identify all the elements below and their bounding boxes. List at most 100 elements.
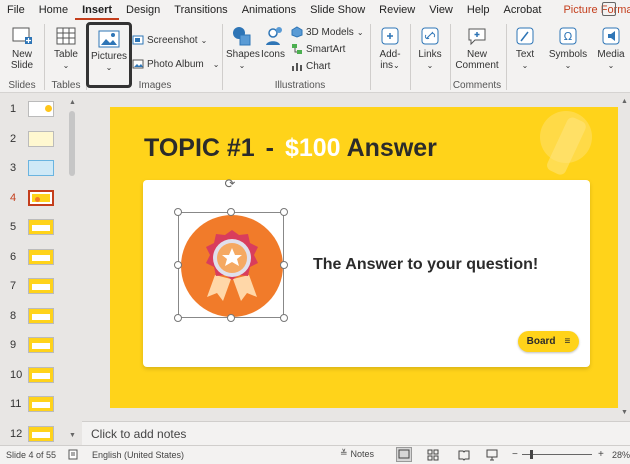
separator (450, 24, 451, 90)
group-label-images: Images (138, 80, 172, 91)
slideshow-icon[interactable] (486, 449, 498, 461)
thumbnail-number: 11 (10, 398, 22, 410)
slide-thumbnail[interactable] (28, 307, 54, 324)
resize-handle-bm[interactable] (227, 314, 235, 322)
pictures-icon (98, 30, 120, 48)
media-icon (602, 27, 620, 45)
tab-animations[interactable]: Animations (235, 0, 303, 20)
tab-view[interactable]: View (422, 0, 460, 20)
zoom-out-button[interactable]: − (512, 449, 518, 460)
smartart-button[interactable]: SmartArt (291, 43, 345, 55)
3d-models-button[interactable]: 3D Models ⌄ (291, 26, 364, 38)
symbols-button[interactable]: Ω Symbols ⌄ (546, 25, 590, 71)
resize-handle-tr[interactable] (280, 208, 288, 216)
text-icon (516, 27, 534, 45)
notes-pane[interactable]: Click to add notes (82, 421, 630, 445)
photo-album-button[interactable]: Photo Album ⌄ (132, 58, 219, 70)
group-label-tables: Tables (51, 80, 81, 91)
thumbnail-number: 12 (10, 427, 23, 440)
slide-thumbnail[interactable] (28, 425, 54, 442)
new-slide-icon (12, 27, 32, 44)
slide-thumbnail[interactable] (28, 219, 54, 235)
thumbnails-scrollbar[interactable]: ▲ ▼ (68, 99, 76, 439)
slide-thumbnail[interactable] (28, 278, 54, 294)
media-label: Media (597, 49, 625, 60)
pictures-button[interactable]: Pictures ⌄ (86, 22, 132, 88)
addins-icon (381, 27, 399, 45)
media-button[interactable]: Media ⌄ (594, 25, 628, 71)
links-button[interactable]: Links ⌄ (414, 25, 446, 71)
text-button[interactable]: Text ⌄ (510, 25, 540, 71)
separator (506, 24, 507, 90)
thumbnail-number: 10 (10, 368, 23, 381)
board-button[interactable]: Board ≡ (518, 331, 579, 352)
smartart-label: SmartArt (306, 43, 346, 55)
photo-album-label: Photo Album (147, 58, 204, 70)
resize-handle-tm[interactable] (227, 208, 235, 216)
language-indicator[interactable]: English (United States) (92, 450, 184, 460)
slide-canvas[interactable]: TOPIC #1 - $100 Answer ⟳ The Answer to y… (110, 107, 618, 408)
screenshot-button[interactable]: Screenshot ⌄ (132, 34, 207, 46)
resize-handle-tl[interactable] (174, 208, 182, 216)
share-icon[interactable] (602, 2, 616, 16)
slide-thumbnail[interactable] (28, 396, 54, 412)
shapes-label: Shapes (226, 49, 260, 60)
editor-scrollbar[interactable]: ▲ ▼ (620, 98, 628, 416)
table-button[interactable]: Table ⌄ (50, 25, 82, 71)
tab-insert[interactable]: Insert (75, 0, 120, 20)
title-answer: Answer (346, 134, 437, 162)
icons-label: Icons (261, 49, 285, 60)
addins-button[interactable]: Add- ins⌄ (374, 25, 406, 71)
thumbnail-number: 1 (10, 103, 17, 115)
slide-thumbnail[interactable] (28, 160, 54, 176)
slide-title: TOPIC #1 - $100 Answer (144, 134, 437, 163)
thumbnail-number: 3 (10, 162, 17, 174)
symbols-icon: Ω (559, 27, 577, 45)
tab-transitions[interactable]: Transitions (167, 0, 234, 20)
icons-button[interactable]: Icons (259, 25, 287, 60)
table-label: Table (54, 49, 78, 60)
chart-label: Chart (306, 60, 331, 72)
chart-button[interactable]: Chart (291, 60, 330, 72)
slide-thumbnail[interactable] (28, 248, 54, 265)
tab-picture-format[interactable]: Picture Format (556, 0, 630, 20)
spellcheck-icon[interactable] (68, 449, 79, 460)
slide-thumbnail[interactable] (28, 101, 54, 117)
new-slide-label: New Slide (10, 49, 34, 71)
slide-thumbnail[interactable] (28, 130, 54, 147)
text-label: Text (515, 49, 535, 60)
new-comment-button[interactable]: New Comment (454, 25, 500, 71)
slide-thumbnail[interactable] (28, 337, 54, 353)
title-dash: - (265, 134, 274, 162)
symbols-label: Symbols (548, 49, 588, 60)
tab-help[interactable]: Help (460, 0, 497, 20)
slide-thumbnails-panel: 1 2 3 4 5 6 7 8 9 10 11 12 ▲ ▼ (0, 93, 82, 445)
slide-thumbnail[interactable] (28, 189, 54, 206)
resize-handle-bl[interactable] (174, 314, 182, 322)
tab-review[interactable]: Review (372, 0, 422, 20)
tab-slide-show[interactable]: Slide Show (303, 0, 372, 20)
resize-handle-mr[interactable] (280, 261, 288, 269)
slide-sorter-icon[interactable] (427, 449, 439, 461)
zoom-in-button[interactable]: + (598, 449, 604, 460)
medal-picture[interactable] (178, 212, 284, 318)
reading-view-icon[interactable] (458, 449, 470, 461)
tab-home[interactable]: Home (32, 0, 75, 20)
tab-design[interactable]: Design (119, 0, 167, 20)
resize-handle-ml[interactable] (174, 261, 182, 269)
normal-view-button[interactable] (396, 447, 412, 462)
tab-file[interactable]: File (0, 0, 32, 20)
zoom-slider[interactable] (522, 450, 592, 459)
new-slide-button[interactable]: New Slide (6, 25, 38, 71)
notes-toggle-button[interactable]: ≚ Notes (340, 448, 374, 459)
tab-acrobat[interactable]: Acrobat (497, 0, 549, 20)
slide-counter: Slide 4 of 55 (6, 450, 57, 460)
zoom-slider-thumb[interactable] (530, 450, 533, 459)
group-label-slides: Slides (8, 80, 36, 91)
svg-text:Ω: Ω (564, 30, 572, 43)
zoom-level[interactable]: 28% (612, 450, 630, 460)
slide-thumbnail[interactable] (28, 366, 54, 383)
rotate-handle[interactable]: ⟳ (223, 178, 237, 192)
shapes-button[interactable]: Shapes ⌄ (226, 25, 260, 71)
resize-handle-br[interactable] (280, 314, 288, 322)
